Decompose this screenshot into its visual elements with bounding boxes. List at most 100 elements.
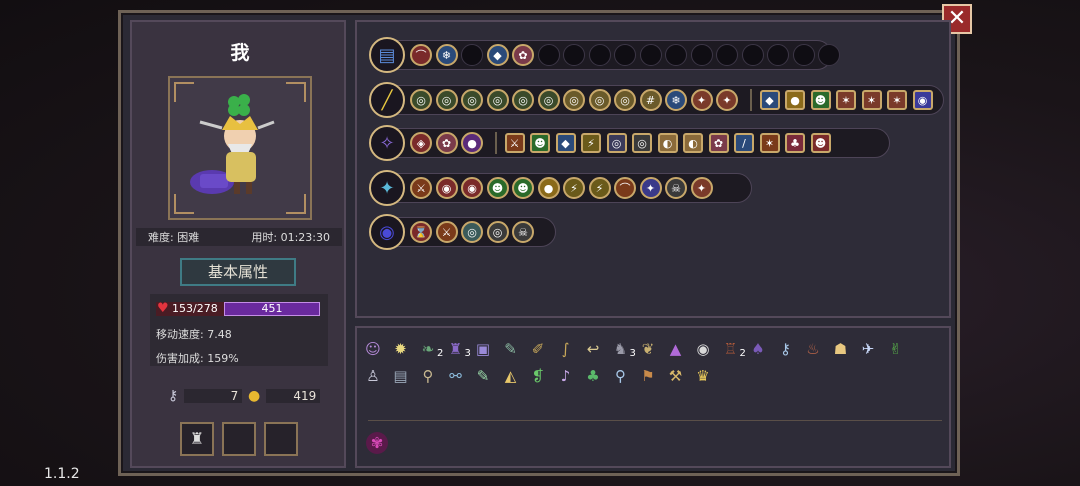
item-icon[interactable]: ⚑	[637, 365, 659, 387]
empty-slot[interactable]	[690, 44, 713, 66]
item-icon[interactable]: ❡	[527, 365, 549, 387]
evolution-chip[interactable]: ⚔	[504, 133, 525, 153]
upgrade-chip[interactable]: ✦	[690, 177, 713, 199]
consumable-slot-1[interactable]: ♜	[180, 422, 214, 456]
upgrade-chip[interactable]: ☻	[512, 177, 534, 199]
empty-slot[interactable]	[818, 44, 840, 66]
consumable-slot-3[interactable]	[264, 422, 298, 456]
upgrade-chip[interactable]: ⚡	[563, 177, 585, 199]
evolution-chip[interactable]: ◐	[683, 133, 703, 153]
evolution-chip[interactable]: ⚡	[581, 133, 601, 153]
upgrade-chip[interactable]: #	[639, 89, 662, 111]
item-icon[interactable]: ♪	[555, 365, 577, 387]
item-icon[interactable]: ✐	[527, 338, 549, 360]
evolution-chip[interactable]: ◉	[912, 90, 933, 110]
evolution-chip[interactable]: ◐	[657, 133, 678, 153]
chest-icon[interactable]: ▤	[369, 37, 405, 73]
item-icon[interactable]: ♣	[582, 365, 604, 387]
empty-slot[interactable]	[665, 44, 687, 66]
upgrade-chip[interactable]: ◎	[537, 89, 560, 111]
item-icon[interactable]: ♠	[747, 338, 769, 360]
evolution-chip[interactable]: ●	[785, 90, 805, 110]
upgrade-chip[interactable]: ◎	[512, 89, 534, 111]
upgrade-chip[interactable]: ☻	[486, 177, 509, 199]
item-icon[interactable]: ▣	[472, 338, 494, 360]
evolution-chip[interactable]: ✶	[887, 90, 907, 110]
staff-icon[interactable]: ✧	[369, 125, 405, 161]
evolution-chip[interactable]: ✶	[836, 90, 856, 110]
upgrade-chip[interactable]: ◉	[435, 177, 458, 199]
item-icon[interactable]: ∫	[555, 338, 577, 360]
upgrade-chip[interactable]: ✿	[435, 132, 458, 154]
empty-slot[interactable]	[741, 44, 764, 66]
empty-slot[interactable]	[614, 44, 636, 66]
upgrade-chip[interactable]: ◉	[461, 177, 483, 199]
item-icon[interactable]: ♙	[362, 365, 384, 387]
upgrade-chip[interactable]: ●	[537, 177, 560, 199]
upgrade-chip[interactable]: ☠	[665, 177, 687, 199]
upgrade-chip[interactable]: ◎	[461, 89, 483, 111]
item-icon[interactable]: ✹	[390, 338, 412, 360]
evolution-chip[interactable]: ◎	[606, 133, 627, 153]
item-icon[interactable]: ⚒	[665, 365, 687, 387]
upgrade-chip[interactable]: ◎	[461, 221, 483, 243]
item-icon[interactable]: ⚲	[417, 365, 439, 387]
item-icon[interactable]: ❧	[417, 338, 439, 360]
empty-slot[interactable]	[767, 44, 789, 66]
evolution-chip[interactable]: ☻	[810, 133, 831, 153]
item-icon[interactable]: ⚲	[610, 365, 632, 387]
evolution-chip[interactable]: ◆	[759, 90, 780, 110]
upgrade-chip[interactable]: ✿	[512, 44, 534, 66]
item-icon[interactable]: ↩	[582, 338, 604, 360]
item-icon[interactable]: ⚯	[445, 365, 467, 387]
item-icon[interactable]: ♞	[610, 338, 632, 360]
item-icon[interactable]: ♛	[692, 365, 714, 387]
upgrade-chip[interactable]: ◎	[486, 221, 509, 243]
upgrade-chip[interactable]: ⚔	[410, 177, 432, 199]
evolution-chip[interactable]: ♣	[785, 133, 805, 153]
item-icon[interactable]: ♨	[802, 338, 824, 360]
item-icon[interactable]: ✌	[885, 338, 907, 360]
attributes-tab[interactable]: 基本属性	[180, 258, 296, 286]
upgrade-chip[interactable]: ⚡	[588, 177, 611, 199]
special-item-icon[interactable]: ✾	[366, 432, 388, 454]
evolution-chip[interactable]: ✿	[708, 133, 729, 153]
evolution-chip[interactable]: ✶	[861, 90, 882, 110]
item-icon[interactable]: ☺	[362, 338, 384, 360]
upgrade-chip[interactable]: ◎	[410, 89, 432, 111]
upgrade-chip[interactable]: ◎	[486, 89, 509, 111]
vortex-icon[interactable]: ◉	[369, 214, 405, 250]
upgrade-chip[interactable]: ◎	[563, 89, 585, 111]
evolution-chip[interactable]: /	[734, 133, 754, 153]
item-icon[interactable]: ❦	[637, 338, 659, 360]
item-icon[interactable]: ◉	[692, 338, 714, 360]
upgrade-chip[interactable]: ❄	[665, 89, 687, 111]
item-icon[interactable]: ☗	[830, 338, 852, 360]
evolution-chip[interactable]: ☻	[530, 133, 550, 153]
evolution-chip[interactable]: ✶	[759, 133, 780, 153]
item-icon[interactable]: ♜	[445, 338, 467, 360]
item-icon[interactable]: ✎	[472, 365, 494, 387]
empty-slot[interactable]	[588, 44, 611, 66]
evolution-chip[interactable]: ◎	[632, 133, 652, 153]
upgrade-chip[interactable]: ⌒	[410, 44, 432, 66]
item-icon[interactable]: ♖	[720, 338, 742, 360]
evolution-chip[interactable]: ◆	[555, 133, 576, 153]
upgrade-chip[interactable]: ◎	[588, 89, 611, 111]
upgrade-chip[interactable]: ◎	[614, 89, 636, 111]
upgrade-chip[interactable]: ◈	[410, 132, 432, 154]
item-icon[interactable]: ⚷	[775, 338, 797, 360]
upgrade-chip[interactable]: ✦	[690, 89, 713, 111]
item-icon[interactable]: ▲	[665, 338, 687, 360]
empty-slot[interactable]	[461, 44, 483, 66]
upgrade-chip[interactable]: ✦	[716, 89, 738, 111]
empty-slot[interactable]	[563, 44, 585, 66]
item-icon[interactable]: ✈	[857, 338, 879, 360]
empty-slot[interactable]	[792, 44, 815, 66]
upgrade-chip[interactable]: ⚔	[435, 221, 458, 243]
upgrade-chip[interactable]: ◆	[486, 44, 509, 66]
upgrade-chip[interactable]: ●	[461, 132, 483, 154]
empty-slot[interactable]	[639, 44, 662, 66]
upgrade-chip[interactable]: ◎	[435, 89, 458, 111]
shuriken-icon[interactable]: ✦	[369, 170, 405, 206]
